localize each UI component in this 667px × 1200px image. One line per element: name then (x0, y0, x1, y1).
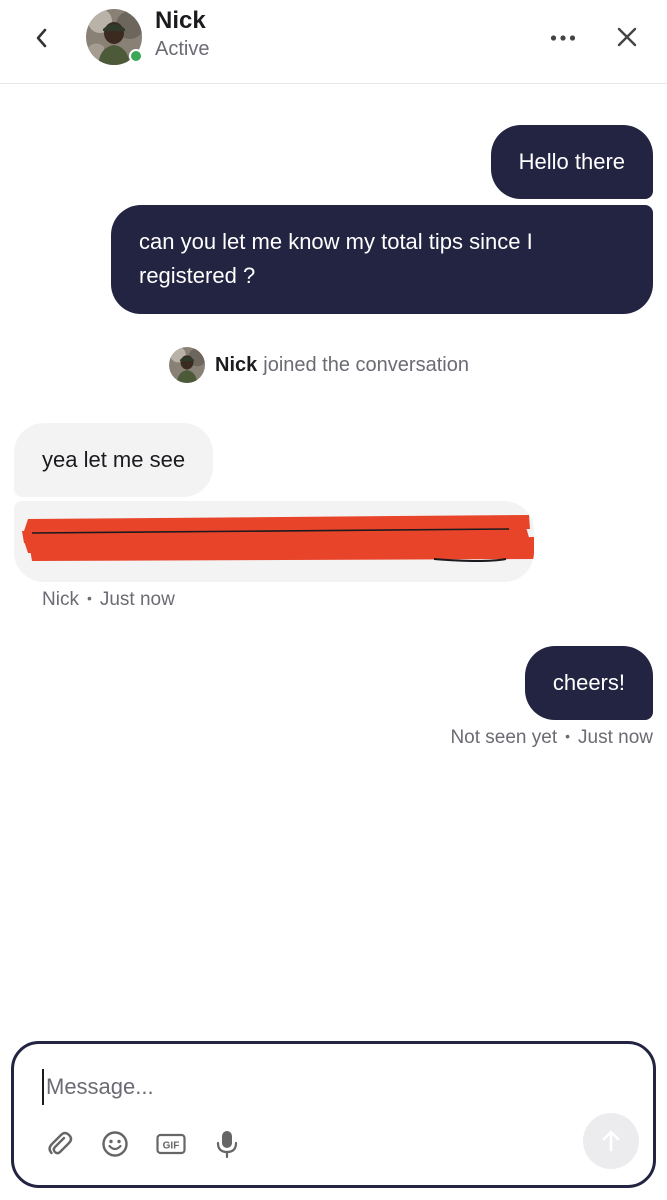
contact-name: Nick (155, 7, 206, 34)
meta-time: Just now (99, 589, 175, 610)
gif-label: GIF (163, 1141, 180, 1152)
outgoing-message: cheers! (524, 646, 653, 720)
mic-icon (216, 1131, 238, 1159)
meta-sender: Nick (42, 589, 79, 610)
redacted-message (14, 501, 534, 582)
joined-name: Nick (215, 353, 258, 376)
redaction-scribble (22, 515, 534, 562)
gif-button[interactable]: GIF (155, 1128, 187, 1160)
avatar (169, 347, 205, 383)
message-meta: Nick • Just now (42, 589, 175, 610)
attach-button[interactable] (44, 1128, 76, 1160)
back-icon (36, 28, 47, 48)
attach-icon (48, 1131, 73, 1155)
meta-time: Just now (578, 727, 653, 748)
send-button[interactable] (583, 1113, 639, 1169)
emoji-button[interactable] (99, 1128, 131, 1160)
outgoing-message: can you let me know my total tips since … (111, 205, 653, 314)
close-button[interactable] (608, 18, 646, 56)
close-icon (617, 27, 637, 47)
more-icon (550, 35, 576, 41)
joined-notice: Nick joined the conversation (169, 347, 469, 383)
contact-status: Active (155, 38, 210, 60)
joined-text: joined the conversation (263, 353, 469, 376)
active-status-dot (129, 49, 143, 63)
emoji-icon (102, 1131, 128, 1157)
more-options-button[interactable] (543, 22, 583, 54)
seen-status: Not seen yet (450, 727, 558, 748)
message-composer: GIF (11, 1041, 656, 1188)
incoming-message: yea let me see (14, 423, 214, 497)
chat-header: Nick Active (0, 0, 667, 84)
message-meta: Not seen yet • Just now (450, 727, 653, 748)
voice-message-button[interactable] (211, 1128, 243, 1160)
gif-icon: GIF (156, 1133, 186, 1155)
back-button[interactable] (24, 20, 60, 56)
avatar[interactable] (86, 9, 143, 65)
message-input[interactable] (42, 1069, 562, 1105)
outgoing-message: Hello there (490, 125, 653, 199)
send-arrow-icon (602, 1130, 620, 1152)
